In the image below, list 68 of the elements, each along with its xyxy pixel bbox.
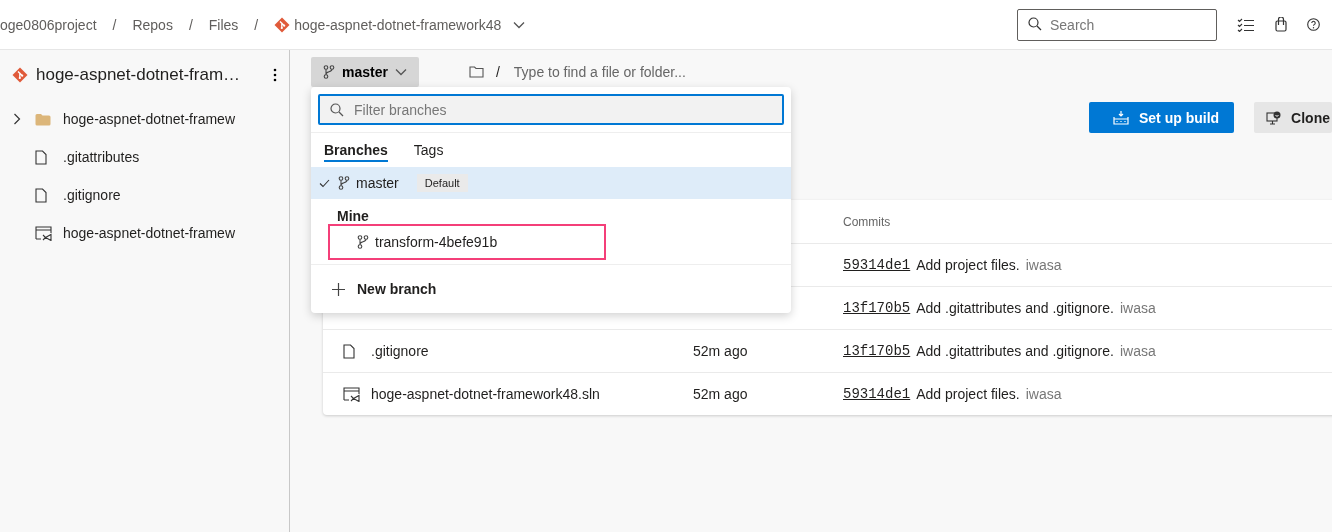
- menu-tab[interactable]: Tags: [413, 138, 444, 162]
- commit-message: Add .gitattributes and .gitignore.: [916, 300, 1114, 316]
- help-icon[interactable]: [1307, 18, 1320, 31]
- commit-hash-link[interactable]: 59314de1: [843, 257, 911, 273]
- clone-icon: [1266, 110, 1282, 125]
- commit-author: iwasa: [1025, 257, 1062, 273]
- path-separator: /: [495, 64, 500, 80]
- menu-tab[interactable]: Branches: [324, 138, 388, 162]
- tree-item[interactable]: .gitattributes: [0, 138, 289, 176]
- commit-message: Add project files.: [916, 386, 1020, 402]
- git-logo-icon: [12, 67, 28, 83]
- clone-button[interactable]: Clone: [1254, 102, 1332, 133]
- branch-icon: [323, 65, 335, 79]
- breadcrumb-separator: /: [254, 16, 259, 33]
- new-branch-button[interactable]: New branch: [311, 264, 791, 313]
- chevron-down-icon: [394, 68, 407, 76]
- last-change-time: 52m ago: [693, 386, 748, 402]
- file-icon: [343, 343, 355, 359]
- chevron-down-icon: [513, 20, 526, 29]
- filter-branches-field[interactable]: Filter branches: [318, 94, 784, 125]
- branch-icon: [357, 235, 369, 249]
- file-icon: [35, 149, 47, 165]
- default-badge: Default: [416, 174, 468, 192]
- file-name-link[interactable]: hoge-aspnet-dotnet-framework48.sln: [371, 386, 600, 402]
- breadcrumb-link[interactable]: oge0806project: [0, 16, 97, 33]
- breadcrumb-separator: /: [112, 16, 117, 33]
- last-change-time: 52m ago: [693, 343, 748, 359]
- folder-icon: [35, 112, 51, 126]
- breadcrumb-link[interactable]: Files: [208, 16, 239, 33]
- commit-hash-link[interactable]: 13f170b5: [843, 343, 911, 359]
- commit-hash-link[interactable]: 59314de1: [843, 386, 911, 402]
- solution-file-icon: [35, 225, 52, 241]
- repo-picker[interactable]: hoge-aspnet-dotnet-framework48: [274, 16, 526, 33]
- file-name-link[interactable]: .gitignore: [371, 343, 429, 359]
- branch-name: master: [356, 175, 399, 191]
- repo-name: hoge-aspnet-dotnet-fram…: [36, 65, 242, 85]
- tree-item[interactable]: .gitignore: [0, 176, 289, 214]
- set-up-build-button[interactable]: Set up build: [1089, 102, 1235, 133]
- tree-item[interactable]: hoge-aspnet-dotnet-framew: [0, 100, 289, 138]
- path-search-field[interactable]: Type to find a file or folder...: [511, 63, 776, 81]
- branch-picker[interactable]: master: [311, 57, 419, 87]
- commit-message: Add project files.: [916, 257, 1020, 273]
- commit-author: iwasa: [1119, 343, 1156, 359]
- plus-icon: [332, 282, 345, 296]
- column-header: Commits: [843, 214, 891, 229]
- commit-author: iwasa: [1119, 300, 1156, 316]
- solution-file-icon: [343, 386, 360, 402]
- branch-item[interactable]: transform-4befe91b: [328, 224, 606, 260]
- build-icon: [1113, 110, 1129, 125]
- breadcrumb-separator: /: [188, 16, 193, 33]
- branch-item[interactable]: master Default: [311, 167, 791, 199]
- branch-name: transform-4befe91b: [375, 234, 498, 250]
- breadcrumb-link[interactable]: Repos: [132, 16, 173, 33]
- branch-icon: [338, 176, 350, 190]
- shopping-bag-icon[interactable]: [1275, 17, 1287, 32]
- git-logo-icon: [274, 16, 291, 33]
- more-options-icon[interactable]: [273, 68, 277, 82]
- commit-message: Add .gitattributes and .gitignore.: [916, 343, 1114, 359]
- checkmark-icon: [319, 178, 330, 188]
- commit-hash-link[interactable]: 13f170b5: [843, 300, 911, 316]
- search-field[interactable]: Search: [1017, 8, 1217, 41]
- tree-item[interactable]: hoge-aspnet-dotnet-framew: [0, 214, 289, 252]
- file-icon: [35, 187, 47, 203]
- commit-author: iwasa: [1025, 386, 1062, 402]
- section-heading: Mine: [336, 207, 370, 224]
- checklist-icon[interactable]: [1237, 17, 1255, 32]
- chevron-right-icon[interactable]: [13, 113, 21, 125]
- folder-outline-icon: [468, 66, 484, 78]
